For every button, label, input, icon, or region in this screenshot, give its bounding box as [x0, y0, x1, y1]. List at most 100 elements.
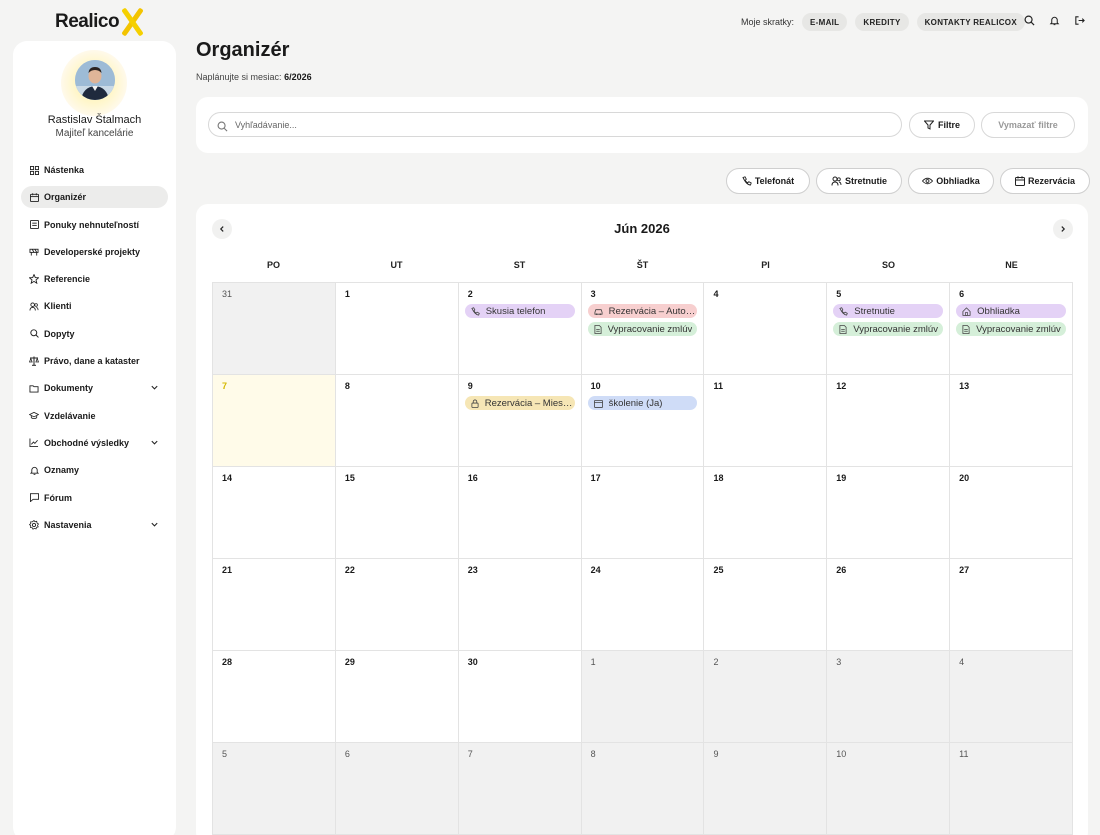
sidebar-item-organizer[interactable]: Organizér — [21, 186, 168, 209]
calendar-day[interactable]: 5 Stretnutie Vypracovanie zmlúv — [827, 283, 951, 375]
calendar-event[interactable]: Vypracovanie zmlúv — [833, 322, 944, 336]
sidebar-item-dokumenty[interactable]: Dokumenty — [21, 377, 168, 399]
bell-icon[interactable] — [1047, 13, 1062, 28]
filter-button[interactable]: Filtre — [909, 112, 975, 138]
calendar-event[interactable]: Vypracovanie zmlúv — [587, 322, 698, 336]
calendar-event[interactable]: Rezervácia – Auto (Rastislav) — [587, 304, 698, 318]
sidebar-item-developerske-projekty[interactable]: Developerské projekty — [21, 241, 168, 263]
add-telefonat-button[interactable]: Telefonát — [726, 168, 810, 194]
calendar-week-row: 5 6 7 8 9 10 11 — [213, 743, 1074, 835]
sidebar-item-referencie[interactable]: Referencie — [21, 268, 168, 290]
subtitle-prefix: Naplánujte si mesiac: — [196, 72, 282, 82]
sidebar-item-pravo[interactable]: Právo, dane a kataster — [21, 350, 168, 372]
calendar-day[interactable]: 28 — [213, 651, 336, 743]
calendar-day-outside[interactable]: 4 — [950, 651, 1074, 743]
calendar-day[interactable]: 8 — [335, 375, 459, 467]
sidebar-item-obchodne-vysledky[interactable]: Obchodné výsledky — [21, 432, 168, 454]
shortcut-kredity[interactable]: KREDITY — [855, 13, 909, 31]
sidebar-item-label: Nastavenia — [44, 519, 92, 530]
clear-filters-button[interactable]: Vymazať filtre — [981, 112, 1075, 138]
calendar-day[interactable]: 18 — [704, 467, 828, 559]
calendar-day[interactable]: 26 — [827, 559, 951, 651]
sidebar-item-oznamy[interactable]: Oznamy — [21, 459, 168, 481]
calendar-day-outside[interactable]: 1 — [581, 651, 705, 743]
calendar-day-outside[interactable]: 7 — [458, 743, 582, 835]
calendar-week-row: 7 8 9 Rezervácia – Miestnosť 10 školenie (Ja)… — [213, 375, 1074, 467]
calendar-day[interactable]: 4 — [704, 283, 828, 375]
calendar-day[interactable]: 6 Obhliadka Vypracovanie zmlúv — [950, 283, 1074, 375]
calendar-day-outside[interactable]: 5 — [213, 743, 336, 835]
day-number: 25 — [713, 565, 724, 575]
chevron-down-icon[interactable] — [150, 438, 159, 447]
search-input[interactable] — [235, 119, 875, 130]
star-icon — [29, 274, 39, 285]
subtitle-month: 6/2026 — [284, 72, 312, 82]
calendar-day[interactable]: 17 — [581, 467, 705, 559]
calendar-day[interactable]: 9 Rezervácia – Miestnosť — [458, 375, 582, 467]
calendar-day-outside[interactable]: 10 — [827, 743, 951, 835]
sidebar-item-vzdelavanie[interactable]: Vzdelávanie — [21, 405, 168, 427]
calendar-day[interactable]: 21 — [213, 559, 336, 651]
calendar-day[interactable]: 16 — [458, 467, 582, 559]
sidebar-item-forum[interactable]: Fórum — [21, 487, 168, 509]
sidebar-item-klienti[interactable]: Klienti — [21, 295, 168, 317]
calendar-day[interactable]: 29 — [335, 651, 459, 743]
calendar-day[interactable]: 22 — [335, 559, 459, 651]
calendar-day[interactable]: 23 — [458, 559, 582, 651]
add-rezervacia-button[interactable]: Rezervácia — [1000, 168, 1090, 194]
search-icon[interactable] — [1022, 13, 1037, 28]
calendar-day[interactable]: 19 — [827, 467, 951, 559]
day-events: školenie (Ja) — [587, 396, 698, 414]
sidebar-item-nastenka[interactable]: Nástenka — [21, 159, 168, 181]
calendar-day-outside[interactable]: 31 — [213, 283, 336, 375]
calendar-day[interactable]: 1 — [335, 283, 459, 375]
logout-icon[interactable] — [1072, 13, 1087, 28]
filter-button-label: Filtre — [937, 120, 960, 130]
search-box — [208, 112, 902, 137]
calendar-day[interactable]: 11 — [704, 375, 828, 467]
calendar-day[interactable]: 10 školenie (Ja) — [581, 375, 705, 467]
calendar-day-outside[interactable]: 2 — [704, 651, 828, 743]
calendar-day[interactable]: 13 — [950, 375, 1074, 467]
calendar-day-today[interactable]: 7 — [213, 375, 336, 467]
sidebar-item-nastavenia[interactable]: Nastavenia — [21, 514, 168, 536]
calendar-event[interactable]: školenie (Ja) — [587, 396, 698, 410]
calendar-day-outside[interactable]: 9 — [704, 743, 828, 835]
calendar-day-outside[interactable]: 3 — [827, 651, 951, 743]
calendar-day[interactable]: 24 — [581, 559, 705, 651]
day-number: 8 — [344, 381, 350, 391]
calendar-event[interactable]: Rezervácia – Miestnosť — [464, 396, 575, 410]
calendar-day[interactable]: 12 — [827, 375, 951, 467]
sidebar-item-ponuky[interactable]: Ponuky nehnuteľností — [21, 214, 168, 236]
calendar-event[interactable]: Stretnutie — [833, 304, 944, 318]
calendar-event[interactable]: Skusia telefon — [464, 304, 575, 318]
calendar-day-outside[interactable]: 8 — [581, 743, 705, 835]
calendar-day[interactable]: 30 — [458, 651, 582, 743]
chevron-down-icon[interactable] — [150, 383, 159, 392]
calendar-day[interactable]: 27 — [950, 559, 1074, 651]
calendar-icon — [593, 399, 606, 408]
calendar-day-outside[interactable]: 11 — [950, 743, 1074, 835]
month-title: Jún 2026 — [614, 221, 670, 236]
calendar-day[interactable]: 15 — [335, 467, 459, 559]
chevron-down-icon[interactable] — [150, 520, 159, 529]
calendar-event[interactable]: Obhliadka — [956, 304, 1067, 318]
calendar-day[interactable]: 2 Skusia telefon — [458, 283, 582, 375]
calendar-day[interactable]: 14 — [213, 467, 336, 559]
next-month-button[interactable] — [1053, 219, 1073, 239]
calendar-day[interactable]: 20 — [950, 467, 1074, 559]
avatar[interactable] — [75, 60, 115, 100]
sidebar-item-dopyty[interactable]: Dopyty — [21, 323, 168, 345]
calendar-event[interactable]: Vypracovanie zmlúv — [956, 322, 1067, 336]
calendar-day-outside[interactable]: 6 — [335, 743, 459, 835]
realicox-logo[interactable]: Realico — [55, 7, 144, 37]
day-number: 2 — [713, 657, 719, 667]
shortcut-email[interactable]: E-MAIL — [802, 13, 848, 31]
shortcut-kontakty[interactable]: KONTAKTY REALICOX — [916, 13, 1025, 31]
search-card: Filtre Vymazať filtre — [196, 97, 1088, 153]
calendar-day[interactable]: 3 Rezervácia – Auto (Rastislav) Vypracovan… — [581, 283, 705, 375]
add-obhliadka-button[interactable]: Obhliadka — [908, 168, 994, 194]
user-role: Majiteľ kancelárie — [55, 128, 134, 139]
add-stretnutie-button[interactable]: Stretnutie — [816, 168, 902, 194]
calendar-day[interactable]: 25 — [704, 559, 828, 651]
